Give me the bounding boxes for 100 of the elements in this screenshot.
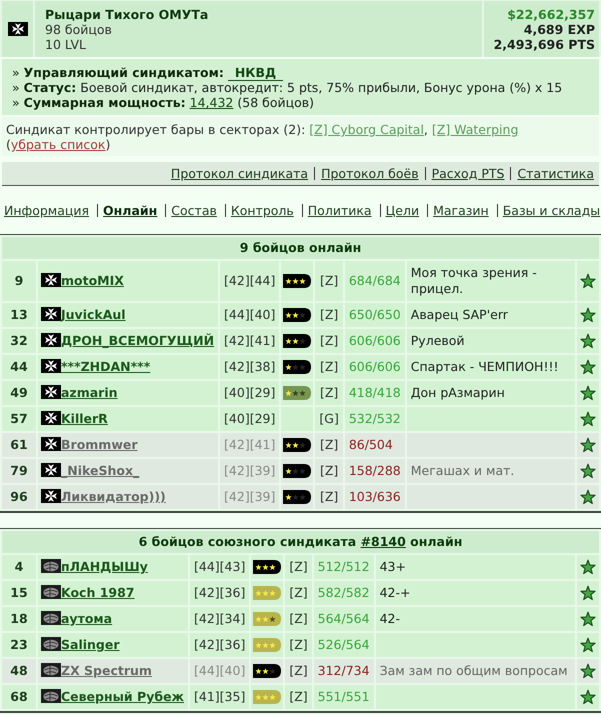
table-cell: [42][44] bbox=[220, 261, 280, 301]
table-cell: [Z] bbox=[285, 633, 312, 657]
table-cell: Дон рАзмарин bbox=[406, 381, 575, 405]
star-icon[interactable] bbox=[580, 411, 596, 427]
table-cell: Рулевой bbox=[406, 329, 575, 353]
member-name-link[interactable]: Koch 1987 bbox=[61, 585, 135, 600]
nav-tab[interactable]: Онлайн bbox=[103, 203, 158, 218]
protocol-link[interactable]: Расход PTS bbox=[432, 166, 504, 181]
emblem-icon bbox=[41, 689, 61, 703]
nav-tab[interactable]: Базы и склады bbox=[502, 203, 600, 218]
table-title: 9 бойцов онлайн bbox=[2, 237, 599, 259]
table-cell: 23 bbox=[2, 633, 36, 657]
table-cell: [44][43] bbox=[190, 555, 250, 579]
syndicate-link[interactable]: #8140 bbox=[360, 534, 406, 549]
member-name-link[interactable]: KillerR bbox=[61, 411, 108, 426]
money-amount: $22,662,357 bbox=[506, 7, 595, 22]
info-line: » Управляющий синдикатом: НКВД bbox=[12, 65, 589, 80]
member-name-link[interactable]: Северный Рубеж bbox=[61, 689, 184, 704]
star-icon[interactable] bbox=[580, 333, 596, 349]
member-name-link[interactable]: Salinger bbox=[61, 637, 120, 652]
table-cell: 606/606 bbox=[344, 329, 405, 353]
table-cell: 9 bbox=[2, 261, 36, 301]
maltese-cross-icon bbox=[41, 333, 61, 347]
maltese-cross-icon bbox=[41, 463, 61, 477]
nav-tab[interactable]: Цели bbox=[386, 203, 420, 218]
table-cell: [Z] bbox=[315, 329, 343, 353]
member-name-link[interactable]: Brommwer bbox=[61, 437, 138, 452]
star-icon[interactable] bbox=[580, 463, 596, 479]
maltese-cross-icon bbox=[41, 437, 61, 451]
table-cell: Мегашах и мат. bbox=[406, 459, 575, 483]
table-cell: [Z] bbox=[315, 303, 343, 327]
table-cell: 13 bbox=[2, 303, 36, 327]
emblem-icon bbox=[41, 663, 61, 677]
protocol-link[interactable]: Протокол боёв bbox=[321, 166, 419, 181]
table-cell: [Z] bbox=[315, 261, 343, 301]
table-title: 6 бойцов союзного синдиката #8140 онлайн bbox=[2, 531, 599, 553]
table-cell: 44 bbox=[2, 355, 36, 379]
member-name-link[interactable]: ZX Spectrum bbox=[61, 663, 152, 678]
table-cell: 532/532 bbox=[344, 407, 405, 431]
protocol-link[interactable]: Статистика bbox=[517, 166, 594, 181]
member-name-link[interactable]: аутома bbox=[61, 611, 112, 626]
table-cell: [42][38] bbox=[220, 355, 280, 379]
star-icon[interactable] bbox=[580, 585, 596, 601]
member-name-link[interactable]: ***ZHDAN*** bbox=[61, 359, 150, 374]
star-icon[interactable] bbox=[580, 385, 596, 401]
member-name-link[interactable]: пЛАНДЫШу bbox=[61, 559, 148, 574]
table-cell: [Z] bbox=[315, 355, 343, 379]
member-name-link[interactable]: Ликвидатор))) bbox=[61, 489, 166, 504]
table-cell: 512/512 bbox=[314, 555, 374, 579]
nav-tab[interactable]: Магазин bbox=[433, 203, 489, 218]
sector-control-text: Синдикат контролирует бары в секторах (2): [Z] Cyborg Capital, [Z] Waterping (убрать список) bbox=[2, 117, 599, 156]
table-cell: 42-+ bbox=[376, 581, 575, 605]
info-link[interactable]: 14,432 bbox=[190, 95, 234, 110]
table-cell: 103/636 bbox=[344, 485, 405, 509]
star-icon[interactable] bbox=[580, 663, 596, 679]
table-cell: [40][29] bbox=[220, 407, 280, 431]
member-name-link[interactable]: JuvickAul bbox=[61, 307, 126, 322]
maltese-cross-icon bbox=[41, 359, 61, 373]
member-name-link[interactable]: motoMIX bbox=[61, 273, 124, 288]
member-name-link[interactable]: azmarin bbox=[61, 385, 118, 400]
table-cell: 49 bbox=[2, 381, 36, 405]
table-cell: 61 bbox=[2, 433, 36, 457]
table-cell: 79 bbox=[2, 459, 36, 483]
table-cell: Моя точка зрения - прицел. bbox=[406, 261, 575, 301]
table-cell: [42][39] bbox=[220, 485, 280, 509]
star-icon[interactable] bbox=[580, 689, 596, 705]
nav-tab[interactable]: Контроль bbox=[230, 203, 294, 218]
table-cell: 4 bbox=[2, 555, 36, 579]
table-cell: 551/551 bbox=[314, 685, 374, 709]
table-cell: 526/564 bbox=[314, 633, 374, 657]
star-icon[interactable] bbox=[580, 559, 596, 575]
nav-tab[interactable]: Информация bbox=[4, 203, 90, 218]
table-cell: Аварец SAP'err bbox=[406, 303, 575, 327]
maltese-cross-icon bbox=[41, 273, 61, 287]
member-name-link[interactable]: _NikeShox_ bbox=[61, 463, 140, 478]
experience-points: 4,689 EXP bbox=[522, 22, 595, 37]
maltese-cross-icon bbox=[41, 385, 61, 399]
table-cell: 32 bbox=[2, 329, 36, 353]
star-icon[interactable] bbox=[580, 273, 596, 289]
nav-tab[interactable]: Политика bbox=[308, 203, 372, 218]
table-cell: [Z] bbox=[315, 381, 343, 405]
maltese-cross-icon bbox=[41, 307, 61, 321]
remove-list-link[interactable]: убрать список bbox=[10, 137, 106, 152]
table-cell: 418/418 bbox=[344, 381, 405, 405]
star-icon[interactable] bbox=[580, 637, 596, 653]
star-icon[interactable] bbox=[580, 611, 596, 627]
star-icon[interactable] bbox=[580, 359, 596, 375]
star-icon[interactable] bbox=[580, 437, 596, 453]
table-cell: [Z] bbox=[315, 485, 343, 509]
protocol-link[interactable]: Протокол синдиката bbox=[170, 166, 308, 181]
emblem-icon bbox=[41, 559, 61, 573]
table-cell: Спартак - ЧЕМПИОН!!! bbox=[406, 355, 575, 379]
member-name-link[interactable]: ДРОН_ВСЕМОГУЩИЙ bbox=[61, 333, 214, 348]
table-cell: [Z] bbox=[285, 581, 312, 605]
star-icon[interactable] bbox=[580, 307, 596, 323]
table-cell: 42- bbox=[376, 607, 575, 631]
info-link[interactable]: НКВД bbox=[228, 65, 284, 81]
nav-tab[interactable]: Состав bbox=[171, 203, 217, 218]
table-cell: [Z] bbox=[285, 555, 312, 579]
star-icon[interactable] bbox=[580, 489, 596, 505]
